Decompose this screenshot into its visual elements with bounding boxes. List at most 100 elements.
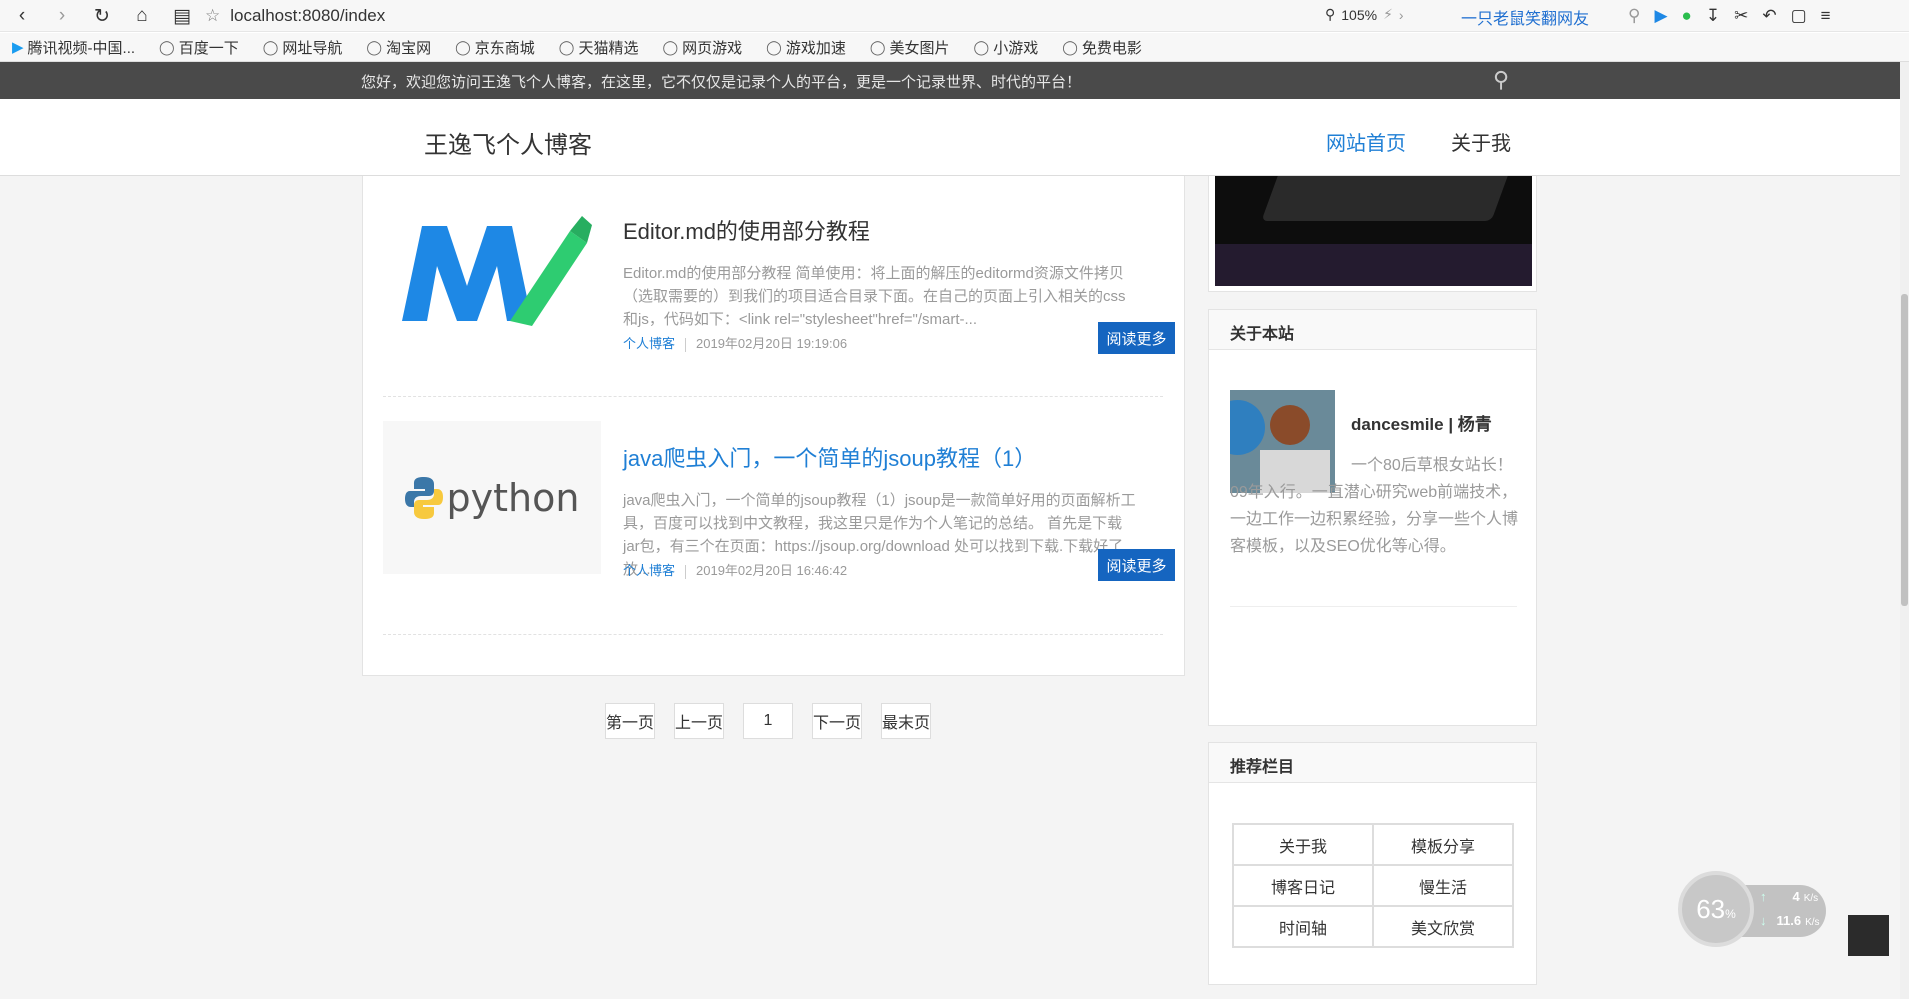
python-logo-icon [404,476,443,519]
reload-icon[interactable]: ↻ [92,6,112,27]
recommend-item[interactable]: 美文欣赏 [1373,906,1513,947]
recommend-item[interactable]: 时间轴 [1233,906,1373,947]
article-category[interactable]: 个人博客 [623,563,675,578]
url-text[interactable]: localhost:8080/index [230,6,385,26]
author-name: dancesmile | 杨青 [1351,415,1492,434]
chat-icon[interactable]: ● [1682,6,1692,26]
star-icon[interactable]: ☆ [205,6,220,26]
tencent-video-icon: ▶ [12,39,24,56]
article-list: Editor.md的使用部分教程 Editor.md的使用部分教程 简单使用：将… [362,176,1185,676]
article-summary: Editor.md的使用部分教程 简单使用：将上面的解压的editormd资源文… [623,265,1126,328]
article-thumbnail[interactable]: python [383,421,601,574]
bookmark-item[interactable]: ▶ 腾讯视频-中国... [12,37,135,58]
article-title[interactable]: java爬虫入门，一个简单的jsoup教程（1） [623,441,1036,473]
recommend-grid: 关于我 模板分享 博客日记 慢生活 时间轴 美文欣赏 [1232,823,1514,948]
bookmark-item[interactable]: ◯ 网址导航 [263,37,343,58]
search-icon[interactable]: ⚲ [1493,67,1509,93]
current-page[interactable]: 1 [743,703,793,739]
globe-icon: ◯ [455,38,471,55]
globe-icon: ◯ [662,38,679,55]
home-icon[interactable]: ⌂ [132,5,152,26]
last-page-button[interactable]: 最末页 [881,703,931,739]
bookmark-item[interactable]: ◯ 免费电影 [1062,37,1142,58]
article-item: python java爬虫入门，一个简单的jsoup教程（1） java爬虫入门… [383,421,1175,581]
about-heading: 关于本站 [1209,310,1536,350]
bookmark-item[interactable]: ◯ 游戏加速 [766,37,846,58]
article-title[interactable]: Editor.md的使用部分教程 [623,214,870,246]
next-page-button[interactable]: 下一页 [812,703,862,739]
bookmark-bar: ▶ 腾讯视频-中国... ◯ 百度一下 ◯ 网址导航 ◯ 淘宝网 ◯ 京东商城 ◯ 天猫精选… [0,33,1909,62]
reader-icon[interactable]: ▤ [172,6,192,27]
article-thumbnail[interactable] [383,194,601,347]
bookmark-item[interactable]: ◯ 淘宝网 [366,37,431,58]
recommend-panel: 推荐栏目 关于我 模板分享 博客日记 慢生活 时间轴 美文欣赏 [1208,742,1537,985]
undo-icon[interactable]: ↶ [1762,6,1776,26]
prev-page-button[interactable]: 上一页 [674,703,724,739]
download-icon[interactable]: ↧ [1706,6,1720,26]
globe-icon: ◯ [869,38,886,55]
globe-icon: ◯ [1062,38,1078,55]
menu-icon[interactable]: ≡ [1821,6,1831,26]
network-speed-widget[interactable]: 63% ↑ 4 K/s ↓ 11.6 K/s [1678,871,1828,947]
user-link[interactable]: 一只老鼠笑翻网友 [1461,5,1589,29]
welcome-bar: 您好，欢迎您访问王逸飞个人博客，在这里，它不仅仅是记录个人的平台，更是一个记录世… [0,62,1909,99]
recommend-item[interactable]: 模板分享 [1373,824,1513,865]
about-intro: 一个80后草根女站长！09年入行。一直潜心研究web前端技术，一边工作一边积累经… [1230,457,1519,555]
article-category[interactable]: 个人博客 [623,336,675,351]
arrow-up-icon: ↑ [1760,889,1767,904]
featured-image[interactable] [1215,176,1532,286]
divider [383,396,1163,397]
editormd-logo [402,215,592,326]
download-speed: ↓ 11.6 K/s [1760,913,1820,928]
welcome-text: 您好，欢迎您访问王逸飞个人博客，在这里，它不仅仅是记录个人的平台，更是一个记录世… [361,74,1082,91]
site-logo[interactable]: 王逸飞个人博客 [424,125,592,160]
globe-icon: ◯ [558,38,575,55]
bag-icon[interactable]: ▢ [1791,6,1807,26]
nav-about[interactable]: 关于我 [1451,127,1511,156]
divider [383,634,1163,635]
recommend-item[interactable]: 博客日记 [1233,865,1373,906]
site-header: 王逸飞个人博客 网站首页 关于我 [0,99,1900,176]
read-more-button[interactable]: 阅读更多 [1098,322,1175,354]
globe-icon: ◯ [766,38,782,55]
forward-icon[interactable]: › [52,5,72,26]
globe-icon: ◯ [973,38,990,55]
bookmark-item[interactable]: ◯ 百度一下 [159,37,239,58]
bookmark-item[interactable]: ◯ 网页游戏 [662,37,742,58]
percent-dial: 63% [1678,871,1754,947]
percent-unit: % [1725,907,1736,921]
bookmark-item[interactable]: ◯ 京东商城 [455,37,535,58]
about-panel: 关于本站 dancesmile | 杨青 一个80后草根女站长！09年入行。一直… [1208,309,1537,726]
scrollbar-thumb[interactable] [1901,294,1908,606]
bookmark-item[interactable]: ◯ 小游戏 [974,37,1039,58]
scissors-icon[interactable]: ✂ [1734,6,1748,26]
nav-home[interactable]: 网站首页 [1326,127,1406,156]
read-more-button[interactable]: 阅读更多 [1098,549,1175,581]
page-scrollbar[interactable] [1900,62,1909,999]
globe-icon: ◯ [262,38,279,55]
chevron-right-icon[interactable]: › [1399,7,1404,23]
back-icon[interactable]: ‹ [12,5,32,26]
zoom-indicator[interactable]: ⚲ 105% ⚡ › [1325,6,1404,23]
article-date: 2019年02月20日 19:19:06 [696,336,848,351]
bookmark-item[interactable]: ◯ 天猫精选 [559,37,639,58]
arrow-down-icon: ↓ [1760,913,1767,928]
zoom-icon: ⚲ [1325,6,1336,22]
play-icon[interactable]: ▶ [1654,6,1667,26]
bolt-icon[interactable]: ⚡ [1383,6,1393,23]
recommend-heading: 推荐栏目 [1209,743,1536,783]
recommend-item[interactable]: 慢生活 [1373,865,1513,906]
zoom-level: 105% [1341,6,1378,23]
sidebar-image-widget [1208,176,1537,292]
article-meta: 个人博客 2019年02月20日 19:19:06 [623,333,847,352]
first-page-button[interactable]: 第一页 [605,703,655,739]
upload-speed: ↑ 4 K/s [1760,889,1819,904]
bookmark-item[interactable]: ◯ 美女图片 [870,37,950,58]
browser-toolbar: ‹ › ↻ ⌂ ▤ ☆ localhost:8080/index ⚲ 105% … [0,0,1909,32]
percent-value: 63 [1696,893,1726,924]
back-to-top-button[interactable] [1848,915,1889,956]
globe-icon: ◯ [366,38,383,55]
article-date: 2019年02月20日 16:46:42 [696,563,848,578]
recommend-item[interactable]: 关于我 [1233,824,1373,865]
search-icon[interactable]: ⚲ [1628,6,1640,26]
